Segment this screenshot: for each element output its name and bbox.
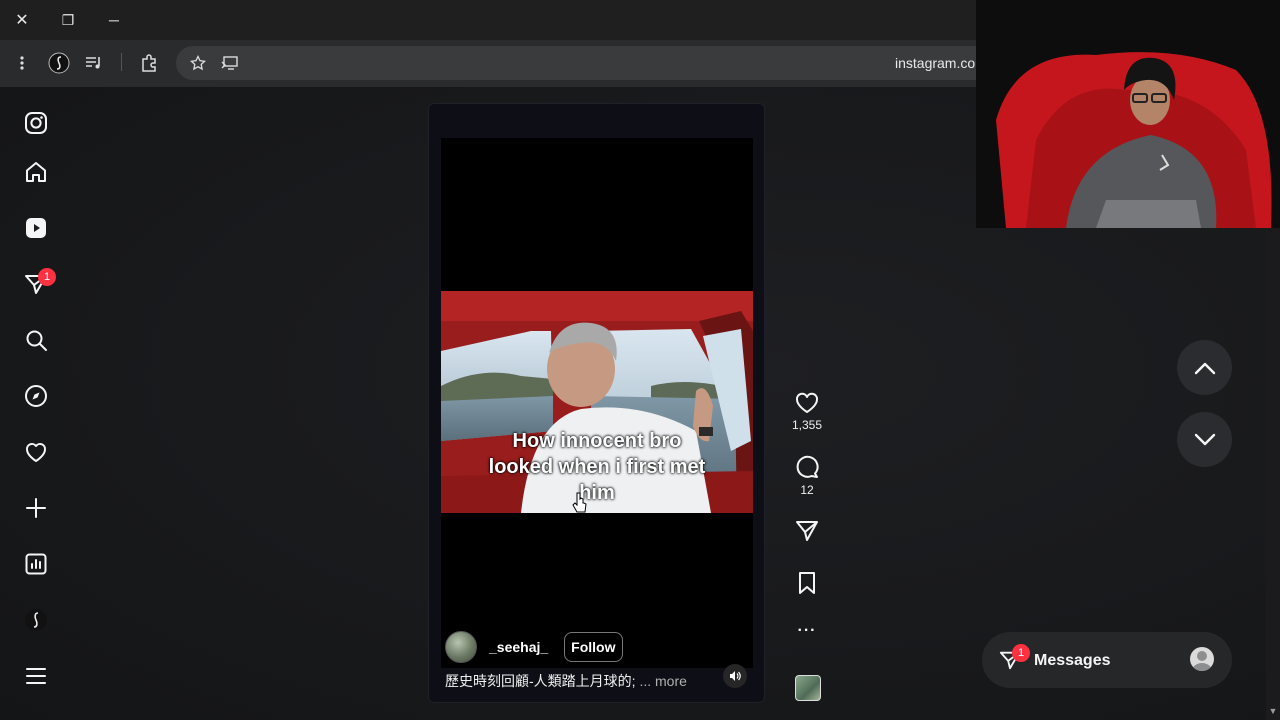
speaker-icon — [730, 671, 741, 681]
cast-icon[interactable] — [217, 50, 243, 76]
save-action[interactable] — [792, 570, 822, 596]
webcam-overlay — [976, 0, 1280, 228]
messages-label: Messages — [1034, 652, 1111, 669]
close-window-icon[interactable]: ✕ — [9, 8, 35, 32]
more-menu-icon[interactable] — [22, 662, 50, 690]
audio-thumbnail[interactable] — [795, 675, 821, 701]
threads-profile-icon[interactable] — [22, 606, 50, 634]
reel-video[interactable]: How innocent bro looked when i first met… — [441, 138, 753, 668]
follow-button[interactable]: Follow — [564, 632, 623, 662]
previous-reel-button[interactable] — [1177, 340, 1232, 395]
caption-line-1: How innocent bro — [512, 430, 682, 452]
restore-window-icon[interactable]: ❐ — [55, 8, 81, 32]
page-scrollbar[interactable] — [1266, 228, 1280, 720]
url-text[interactable]: instagram.com — [895, 55, 987, 71]
sound-toggle-button[interactable] — [723, 664, 747, 688]
more-link[interactable]: ... more — [639, 673, 686, 689]
mouse-pointer-icon — [572, 492, 588, 514]
address-bar[interactable] — [176, 46, 976, 80]
caption-line-2: looked when i first met — [488, 456, 706, 478]
instagram-logo-icon[interactable] — [22, 109, 50, 137]
next-reel-button[interactable] — [1177, 412, 1232, 467]
video-caption-overlay: How innocent bro looked when i first met… — [441, 428, 753, 506]
dashboard-chart-icon[interactable] — [22, 550, 50, 578]
menu-dots-icon[interactable] — [9, 50, 35, 76]
chevron-up-icon — [1194, 362, 1215, 374]
notifications-heart-icon[interactable] — [22, 438, 50, 466]
author-username[interactable]: _seehaj_ — [489, 639, 548, 655]
reel-description: 歷史時刻回顧-人類踏上月球的; ... more — [445, 671, 687, 691]
share-paper-plane-icon[interactable] — [794, 519, 820, 543]
extensions-icon[interactable] — [136, 50, 162, 76]
bookmark-icon[interactable] — [794, 570, 820, 596]
like-action[interactable]: 1,355 — [792, 390, 822, 432]
like-heart-icon[interactable] — [794, 390, 820, 414]
comment-bubble-icon[interactable] — [794, 455, 820, 479]
explore-compass-icon[interactable] — [22, 382, 50, 410]
search-icon[interactable] — [22, 326, 50, 354]
toolbar-separator — [121, 53, 122, 71]
more-options-icon[interactable]: ··· — [792, 622, 822, 640]
author-row: _seehaj_ Follow — [445, 631, 623, 663]
author-avatar[interactable] — [445, 631, 477, 663]
screen: ✕ ❐ ─ instagram.com ▼ 1 How innocent bro… — [0, 0, 1280, 720]
description-text: 歷史時刻回顧-人類踏上月球的; — [445, 673, 636, 689]
chevron-down-icon — [1194, 433, 1215, 445]
bookmark-star-icon[interactable] — [185, 50, 211, 76]
scroll-down-arrow-icon[interactable]: ▼ — [1268, 706, 1278, 716]
like-count: 1,355 — [791, 418, 823, 432]
home-icon[interactable] — [22, 158, 50, 186]
profile-logo-icon[interactable] — [46, 50, 72, 76]
messages-avatar-icon[interactable] — [1190, 647, 1214, 671]
messages-badge: 1 — [1012, 644, 1030, 662]
caption-line-3: him — [579, 482, 615, 504]
minimize-window-icon[interactable]: ─ — [101, 8, 127, 32]
share-action[interactable] — [792, 519, 822, 543]
comment-count: 12 — [800, 483, 814, 497]
comment-action[interactable]: 12 — [792, 455, 822, 497]
media-queue-icon[interactable] — [81, 50, 107, 76]
messages-notification-badge: 1 — [38, 268, 56, 286]
reels-icon[interactable] — [22, 214, 50, 242]
create-plus-icon[interactable] — [22, 494, 50, 522]
reel-card[interactable]: How innocent bro looked when i first met… — [428, 103, 765, 703]
